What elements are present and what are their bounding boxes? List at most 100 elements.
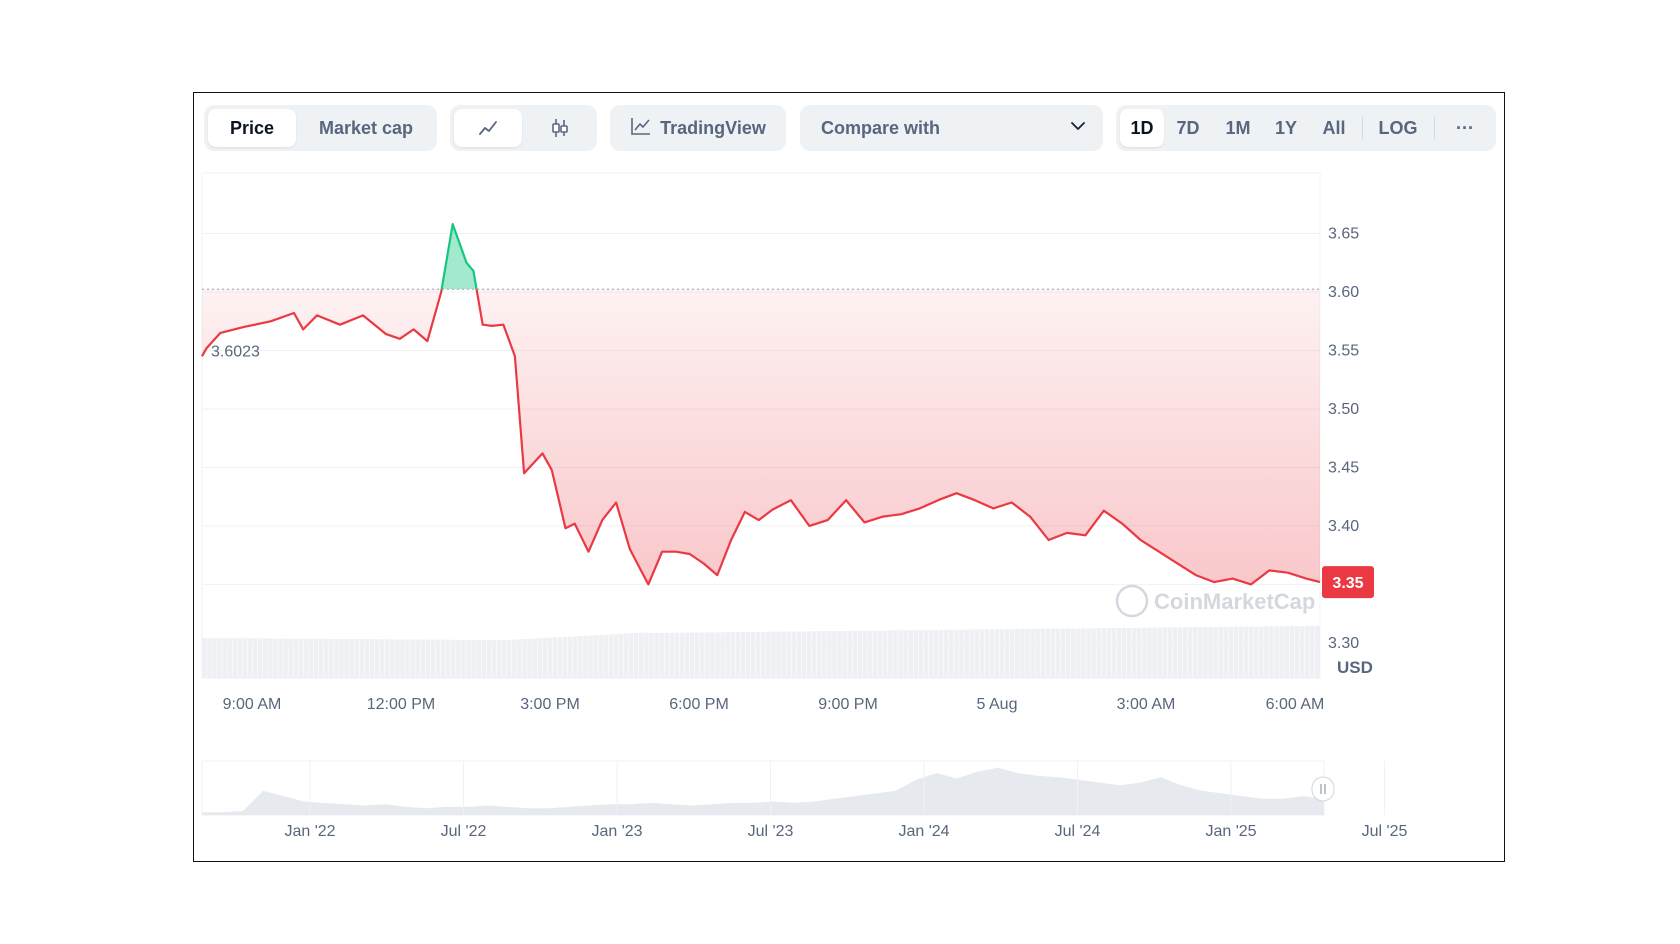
navigator-tick-label: Jan '22: [284, 823, 335, 840]
volume-bar: [247, 638, 253, 678]
volume-bar: [1294, 626, 1300, 678]
volume-bar: [649, 633, 654, 678]
volume-bar: [1243, 626, 1249, 678]
volume-bar: [481, 640, 487, 678]
volume-bar: [862, 630, 868, 678]
volume-bar: [1086, 628, 1091, 678]
volume-bars: [202, 625, 1320, 678]
price-area-down: [202, 289, 1320, 585]
volume-bar: [283, 638, 288, 678]
volume-bar: [547, 637, 553, 678]
volume-bar: [761, 631, 766, 678]
volume-bar: [379, 639, 385, 678]
volume-bar: [832, 631, 837, 678]
volume-bar: [1106, 628, 1112, 678]
y-tick-label: 3.65: [1328, 225, 1359, 242]
volume-bar: [949, 629, 954, 678]
price-chart: 3.65 3.60 3.55 3.50 3.45 3.40 3.30 3.6023 3.35 Co…: [201, 172, 1407, 840]
volume-bar: [339, 638, 344, 678]
volume-bar: [1020, 629, 1025, 678]
volume-bar: [1015, 629, 1020, 678]
volume-bar: [445, 639, 451, 678]
volume-bar: [852, 630, 858, 678]
volume-bar: [1284, 626, 1290, 678]
volume-bar: [237, 638, 243, 678]
volume-bar: [974, 629, 980, 678]
navigator-tick-label: Jul '22: [441, 823, 487, 840]
volume-bar: [633, 633, 639, 678]
volume-bar: [867, 630, 873, 678]
volume-bar: [476, 639, 481, 678]
volume-bar: [583, 635, 588, 678]
volume-bar: [298, 638, 304, 678]
volume-bar: [1045, 628, 1051, 678]
volume-bar: [1010, 629, 1015, 678]
volume-bar: [893, 630, 898, 678]
volume-bar: [359, 639, 365, 678]
volume-bar: [1167, 627, 1173, 678]
volume-bar: [791, 631, 797, 678]
navigator-handle[interactable]: [1311, 776, 1335, 802]
volume-bar: [471, 639, 476, 678]
volume-bar: [1152, 627, 1157, 678]
volume-bar: [1192, 627, 1198, 678]
volume-bar: [786, 631, 791, 678]
volume-bar: [1101, 628, 1107, 678]
volume-bar: [984, 629, 990, 678]
volume-bar: [415, 639, 421, 678]
volume-bar: [400, 639, 405, 678]
volume-bar: [720, 632, 725, 678]
volume-bar: [588, 635, 593, 678]
volume-bar: [1004, 629, 1010, 678]
volume-bar: [313, 638, 319, 678]
volume-bar: [842, 630, 847, 678]
volume-bar: [1213, 626, 1218, 678]
volume-bar: [537, 638, 542, 678]
volume-bar: [1081, 628, 1086, 678]
volume-bar: [542, 637, 548, 678]
volume-bar: [959, 629, 964, 678]
volume-bar: [700, 632, 705, 678]
volume-bar: [1025, 628, 1030, 678]
volume-bar: [252, 638, 258, 678]
volume-bar: [923, 630, 929, 678]
volume-bar: [567, 636, 573, 678]
volume-bar: [461, 639, 466, 678]
navigator-tick-label: Jan '23: [591, 823, 642, 840]
volume-bar: [938, 629, 944, 678]
volume-bar: [522, 639, 527, 678]
current-price-label: 3.35: [1332, 575, 1363, 592]
volume-bar: [979, 629, 985, 678]
volume-bar: [496, 640, 502, 678]
volume-bar: [268, 638, 273, 678]
volume-bar: [466, 639, 471, 678]
volume-bar: [242, 638, 248, 678]
volume-bar: [511, 639, 517, 678]
volume-bar: [425, 639, 431, 678]
volume-bar: [1187, 627, 1193, 678]
volume-bar: [659, 632, 664, 678]
volume-bar: [273, 638, 278, 678]
volume-bar: [827, 631, 832, 678]
volume-bar: [928, 630, 934, 678]
y-tick-label: 3.40: [1328, 518, 1359, 535]
volume-bar: [1055, 628, 1061, 678]
volume-bar: [771, 631, 776, 678]
volume-bar: [1223, 626, 1229, 678]
volume-bar: [1228, 626, 1234, 678]
volume-bar: [603, 634, 609, 678]
volume-bar: [440, 639, 446, 678]
volume-bar: [882, 630, 888, 678]
volume-bar: [1289, 626, 1295, 678]
volume-bar: [456, 639, 461, 678]
volume-bar: [639, 632, 644, 678]
volume-bar: [288, 638, 293, 678]
volume-bar: [1040, 628, 1046, 678]
volume-bar: [954, 629, 959, 678]
volume-bar: [1091, 628, 1096, 678]
volume-bar: [1309, 625, 1315, 678]
volume-bar: [430, 639, 436, 678]
volume-bar: [207, 638, 212, 678]
volume-bar: [969, 629, 974, 678]
volume-bar: [308, 638, 314, 678]
